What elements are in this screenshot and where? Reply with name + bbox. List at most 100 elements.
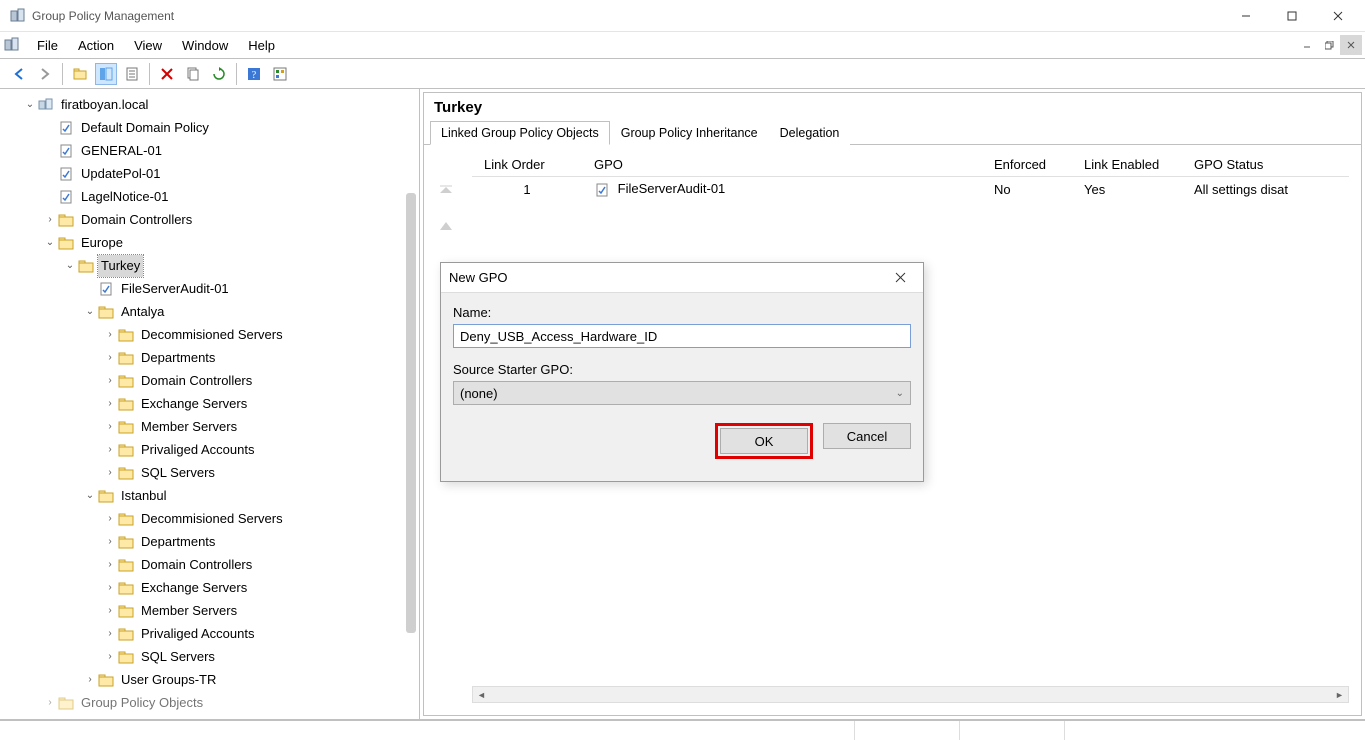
button-label: Cancel [847,429,887,444]
expand-icon[interactable]: › [102,462,118,484]
tree-item-istanbul-member[interactable]: ›Member Servers [0,599,419,622]
expand-icon[interactable]: › [82,669,98,691]
scroll-left-button[interactable]: ◄ [473,687,490,702]
menu-help[interactable]: Help [238,35,285,56]
forward-button[interactable] [34,63,56,85]
expand-icon[interactable]: › [102,600,118,622]
collapse-icon[interactable]: ⌄ [22,94,38,116]
ou-folder-icon [58,235,74,251]
refresh-button[interactable] [208,63,230,85]
minimize-button[interactable] [1223,1,1269,31]
copy-button[interactable] [182,63,204,85]
collapse-icon[interactable]: ⌄ [82,485,98,507]
dialog-titlebar[interactable]: New GPO [441,263,923,293]
tree-scrollbar-thumb[interactable] [406,193,416,633]
expand-icon[interactable]: › [102,439,118,461]
maximize-button[interactable] [1269,1,1315,31]
expand-icon[interactable]: › [102,370,118,392]
move-top-button[interactable] [438,185,454,202]
cell-gpo: FileServerAudit-01 [582,177,982,202]
collapse-icon[interactable]: ⌄ [82,301,98,323]
up-folder-button[interactable] [69,63,91,85]
tree-item-antalya-exch[interactable]: ›Exchange Servers [0,392,419,415]
tree-item-istanbul-decom[interactable]: ›Decommisioned Servers [0,507,419,530]
expand-icon[interactable]: › [102,577,118,599]
mdi-close[interactable] [1340,35,1362,55]
col-gpo[interactable]: GPO [582,153,982,177]
expand-icon[interactable]: › [102,393,118,415]
move-up-button[interactable] [438,220,454,235]
expand-icon[interactable]: › [102,531,118,553]
tree-item-antalya-sql[interactable]: ›SQL Servers [0,461,419,484]
col-linkenabled[interactable]: Link Enabled [1072,153,1182,177]
expand-icon[interactable]: › [102,508,118,530]
tree-item-istanbul-sql[interactable]: ›SQL Servers [0,645,419,668]
mdi-minimize[interactable] [1296,35,1318,55]
collapse-icon[interactable]: ⌄ [42,232,58,254]
tree-item-antalya-priv[interactable]: ›Privaliged Accounts [0,438,419,461]
scroll-right-button[interactable]: ► [1331,687,1348,702]
tree-item-dc[interactable]: › Domain Controllers [0,208,419,231]
col-enforced[interactable]: Enforced [982,153,1072,177]
tree-item-lagelnotice01[interactable]: LagelNotice-01 [0,185,419,208]
window-titlebar: Group Policy Management [0,0,1365,32]
ok-button[interactable]: OK [720,428,808,454]
tree-item-antalya-dc[interactable]: ›Domain Controllers [0,369,419,392]
tree-item-istanbul-dept[interactable]: ›Departments [0,530,419,553]
tree-domain[interactable]: ⌄ firatboyan.local [0,93,419,116]
starter-gpo-select[interactable]: (none) ⌄ [453,381,911,405]
expand-icon[interactable]: › [102,347,118,369]
menu-action[interactable]: Action [68,35,124,56]
tree-item-fsa[interactable]: FileServerAudit-01 [0,277,419,300]
expand-icon[interactable]: › [102,324,118,346]
table-row[interactable]: 1 FileServerAudit-01 No Yes All settings… [472,177,1349,202]
tree-pane[interactable]: ⌄ firatboyan.local Default Domain Policy… [0,89,420,719]
tree-item-antalya-dept[interactable]: ›Departments [0,346,419,369]
tree-item-istanbul[interactable]: ⌄ Istanbul [0,484,419,507]
horizontal-scrollbar[interactable]: ◄ ► [472,686,1349,703]
menu-window[interactable]: Window [172,35,238,56]
tree-label: GENERAL-01 [78,140,165,162]
gpo-table[interactable]: Link Order GPO Enforced Link Enabled GPO… [472,153,1349,202]
tree-item-gpoobjects[interactable]: ›Group Policy Objects [0,691,419,714]
ou-folder-icon [118,373,134,389]
expand-icon[interactable]: › [102,646,118,668]
settings-button[interactable] [269,63,291,85]
dialog-close-button[interactable] [885,266,915,290]
expand-icon[interactable]: › [42,692,58,714]
tree-item-istanbul-dc[interactable]: ›Domain Controllers [0,553,419,576]
cancel-button[interactable]: Cancel [823,423,911,449]
menu-view[interactable]: View [124,35,172,56]
back-button[interactable] [8,63,30,85]
expand-icon[interactable]: › [102,416,118,438]
collapse-icon[interactable]: ⌄ [62,255,78,277]
tree-item-istanbul-exch[interactable]: ›Exchange Servers [0,576,419,599]
ou-folder-icon [118,534,134,550]
tree-item-updatepol01[interactable]: UpdatePol-01 [0,162,419,185]
mdi-restore[interactable] [1318,35,1340,55]
tree-item-antalya-member[interactable]: ›Member Servers [0,415,419,438]
tree-item-europe[interactable]: ⌄ Europe [0,231,419,254]
tree-item-antalya[interactable]: ⌄ Antalya [0,300,419,323]
col-gpostatus[interactable]: GPO Status [1182,153,1349,177]
help-button[interactable]: ? [243,63,265,85]
expand-icon[interactable]: › [42,209,58,231]
name-input[interactable] [453,324,911,348]
tab-linked-gpo[interactable]: Linked Group Policy Objects [430,121,610,145]
tab-delegation[interactable]: Delegation [769,121,851,145]
properties-button[interactable] [121,63,143,85]
tree-item-usergroups[interactable]: ›User Groups-TR [0,668,419,691]
tree-item-istanbul-priv[interactable]: ›Privaliged Accounts [0,622,419,645]
tree-item-antalya-decom[interactable]: ›Decommisioned Servers [0,323,419,346]
tree-item-general01[interactable]: GENERAL-01 [0,139,419,162]
delete-button[interactable] [156,63,178,85]
expand-icon[interactable]: › [102,623,118,645]
expand-icon[interactable]: › [102,554,118,576]
menu-file[interactable]: File [27,35,68,56]
tab-inheritance[interactable]: Group Policy Inheritance [610,121,769,145]
col-linkorder[interactable]: Link Order [472,153,582,177]
close-button[interactable] [1315,1,1361,31]
tree-item-ddp[interactable]: Default Domain Policy [0,116,419,139]
tree-item-turkey[interactable]: ⌄ Turkey [0,254,419,277]
show-hide-tree-button[interactable] [95,63,117,85]
